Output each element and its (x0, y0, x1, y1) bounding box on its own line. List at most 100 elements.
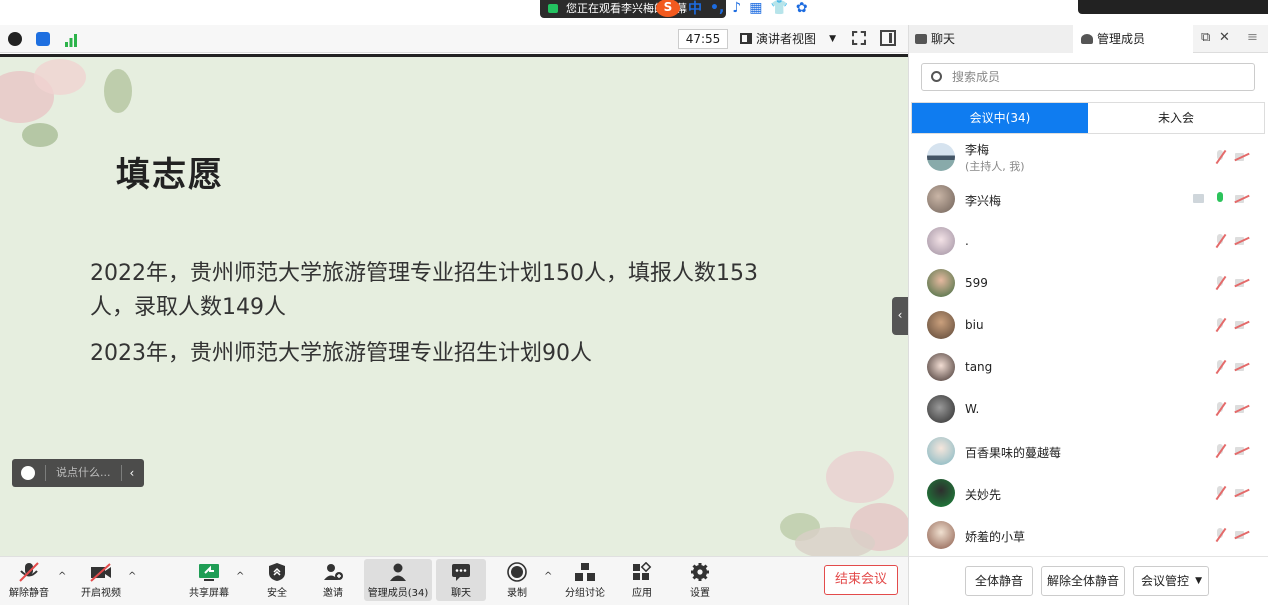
sogou-ime-logo-icon[interactable]: S (656, 0, 680, 17)
camera-off-icon[interactable] (1235, 236, 1249, 246)
gear-icon (689, 562, 711, 582)
member-row[interactable]: 599 (909, 264, 1268, 306)
manage-members-button[interactable]: 管理成员(34) (364, 559, 432, 601)
mic-muted-icon[interactable] (1215, 150, 1225, 164)
chevron-left-icon[interactable]: ‹ (120, 465, 134, 481)
camera-off-icon[interactable] (1235, 446, 1249, 456)
avatar (927, 227, 955, 255)
mic-active-icon[interactable] (1215, 192, 1225, 206)
menu-icon[interactable]: ≡ (1247, 30, 1258, 45)
mic-muted-icon[interactable] (1215, 234, 1225, 248)
share-screen-button[interactable]: 共享屏幕 (186, 559, 232, 601)
camera-off-icon[interactable] (1235, 278, 1249, 288)
not-joined-tab[interactable]: 未入会 (1088, 103, 1264, 133)
invite-button[interactable]: 邀请 (312, 559, 354, 601)
toggle-sidebar-icon[interactable] (880, 30, 896, 46)
camera-off-icon[interactable] (1235, 320, 1249, 330)
ime-punctuation[interactable]: •, (710, 0, 724, 16)
mic-muted-icon[interactable] (1215, 402, 1225, 416)
start-video-button[interactable]: 开启视频 (78, 559, 124, 601)
camera-off-icon[interactable] (1235, 362, 1249, 372)
chevron-down-icon: ▼ (829, 34, 836, 44)
record-options-chevron-icon[interactable]: ^ (544, 571, 552, 582)
camera-off-icon[interactable] (1235, 194, 1249, 204)
ime-voice-icon[interactable]: ♪ (732, 0, 741, 16)
camera-off-icon[interactable] (1235, 404, 1249, 414)
camera-off-icon[interactable] (1235, 488, 1249, 498)
tab-chat-label: 聊天 (931, 32, 956, 46)
shared-slide: 填志愿 2022年，贵州师范大学旅游管理专业招生计划150人，填报人数153 人… (0, 54, 908, 556)
share-options-chevron-icon[interactable]: ^ (236, 571, 244, 582)
share-status-icon (548, 4, 558, 13)
mic-muted-icon[interactable] (1215, 528, 1225, 542)
collapse-panel-tab[interactable]: ‹ (892, 297, 908, 335)
ime-tools-icon[interactable]: ✿ (796, 0, 808, 16)
unmute-label: 解除静音 (9, 588, 49, 599)
camera-off-icon[interactable] (1235, 152, 1249, 162)
mic-muted-icon[interactable] (1215, 276, 1225, 290)
popout-icon[interactable]: ⧉ (1201, 30, 1210, 45)
panel-tabs: 聊天 管理成员 ⧉ ✕ ≡ (909, 25, 1268, 53)
signal-strength-icon[interactable] (64, 32, 78, 47)
slide-text-line-1: 2022年，贵州师范大学旅游管理专业招生计划150人，填报人数153 (90, 261, 758, 286)
member-row[interactable]: 娇羞的小草 (909, 516, 1268, 558)
member-name: biu (965, 318, 984, 332)
info-icon[interactable] (8, 32, 22, 46)
mic-muted-icon[interactable] (1215, 444, 1225, 458)
share-screen-label: 共享屏幕 (189, 588, 229, 599)
member-row[interactable]: 百香果味的蔓越莓 (909, 432, 1268, 474)
member-row[interactable]: 关妙先 (909, 474, 1268, 516)
audio-options-chevron-icon[interactable]: ^ (58, 571, 66, 582)
share-screen-icon (198, 562, 220, 582)
quick-chat-placeholder[interactable]: 说点什么... (45, 465, 111, 481)
ime-chinese-mode[interactable]: 中 (688, 0, 702, 18)
members-icon (387, 562, 409, 582)
avatar (927, 143, 955, 171)
tab-members[interactable]: 管理成员 (1073, 25, 1193, 53)
mic-muted-icon[interactable] (1215, 360, 1225, 374)
tab-chat[interactable]: 聊天 (909, 25, 1073, 53)
member-name: 娇羞的小草 (965, 530, 1026, 544)
ime-skin-icon[interactable]: 👕 (770, 0, 787, 16)
mic-muted-icon[interactable] (1215, 318, 1225, 332)
chat-icon (450, 562, 472, 582)
avatar (927, 395, 955, 423)
add-user-icon (322, 562, 344, 582)
mic-muted-icon[interactable] (1215, 486, 1225, 500)
ime-keyboard-icon[interactable]: ▦ (749, 0, 762, 16)
apps-button[interactable]: 应用 (622, 559, 662, 601)
record-label: 录制 (507, 588, 527, 599)
member-row[interactable]: tang (909, 348, 1268, 390)
member-name: 关妙先 (965, 488, 1002, 502)
camera-off-icon[interactable] (1235, 530, 1249, 540)
member-row[interactable]: 李兴梅 (909, 180, 1268, 222)
member-search-input[interactable]: 搜索成员 (921, 63, 1255, 91)
in-meeting-tab[interactable]: 会议中(34) (912, 103, 1088, 133)
avatar (927, 311, 955, 339)
member-name: 百香果味的蔓越莓 (965, 446, 1062, 460)
settings-label: 设置 (690, 588, 710, 599)
unmute-all-button[interactable]: 解除全体静音 (1041, 566, 1125, 596)
view-mode-dropdown[interactable]: 演讲者视图 ▼ (736, 29, 840, 49)
member-row[interactable]: 李梅 (主持人, 我) (909, 138, 1268, 180)
mute-all-button[interactable]: 全体静音 (965, 566, 1033, 596)
member-row[interactable]: biu (909, 306, 1268, 348)
end-meeting-button[interactable]: 结束会议 (824, 565, 898, 595)
unmute-button[interactable]: 解除静音 (6, 559, 52, 601)
record-button[interactable]: 录制 (498, 559, 536, 601)
chat-button[interactable]: 聊天 (436, 559, 486, 601)
floating-window-bar (1078, 0, 1268, 14)
speaker-view-icon (740, 33, 752, 44)
video-options-chevron-icon[interactable]: ^ (128, 571, 136, 582)
emoji-icon[interactable] (21, 466, 35, 480)
member-row[interactable]: W. (909, 390, 1268, 432)
breakout-rooms-button[interactable]: 分组讨论 (562, 559, 608, 601)
close-icon[interactable]: ✕ (1219, 30, 1230, 45)
settings-button[interactable]: 设置 (680, 559, 720, 601)
quick-chat-input[interactable]: 说点什么... ‹ (12, 459, 144, 487)
fullscreen-icon[interactable] (852, 31, 866, 45)
security-shield-icon[interactable] (36, 32, 50, 46)
security-button[interactable]: 安全 (256, 559, 298, 601)
member-row[interactable]: . (909, 222, 1268, 264)
meeting-control-dropdown[interactable]: 会议管控 ▼ (1133, 566, 1209, 596)
